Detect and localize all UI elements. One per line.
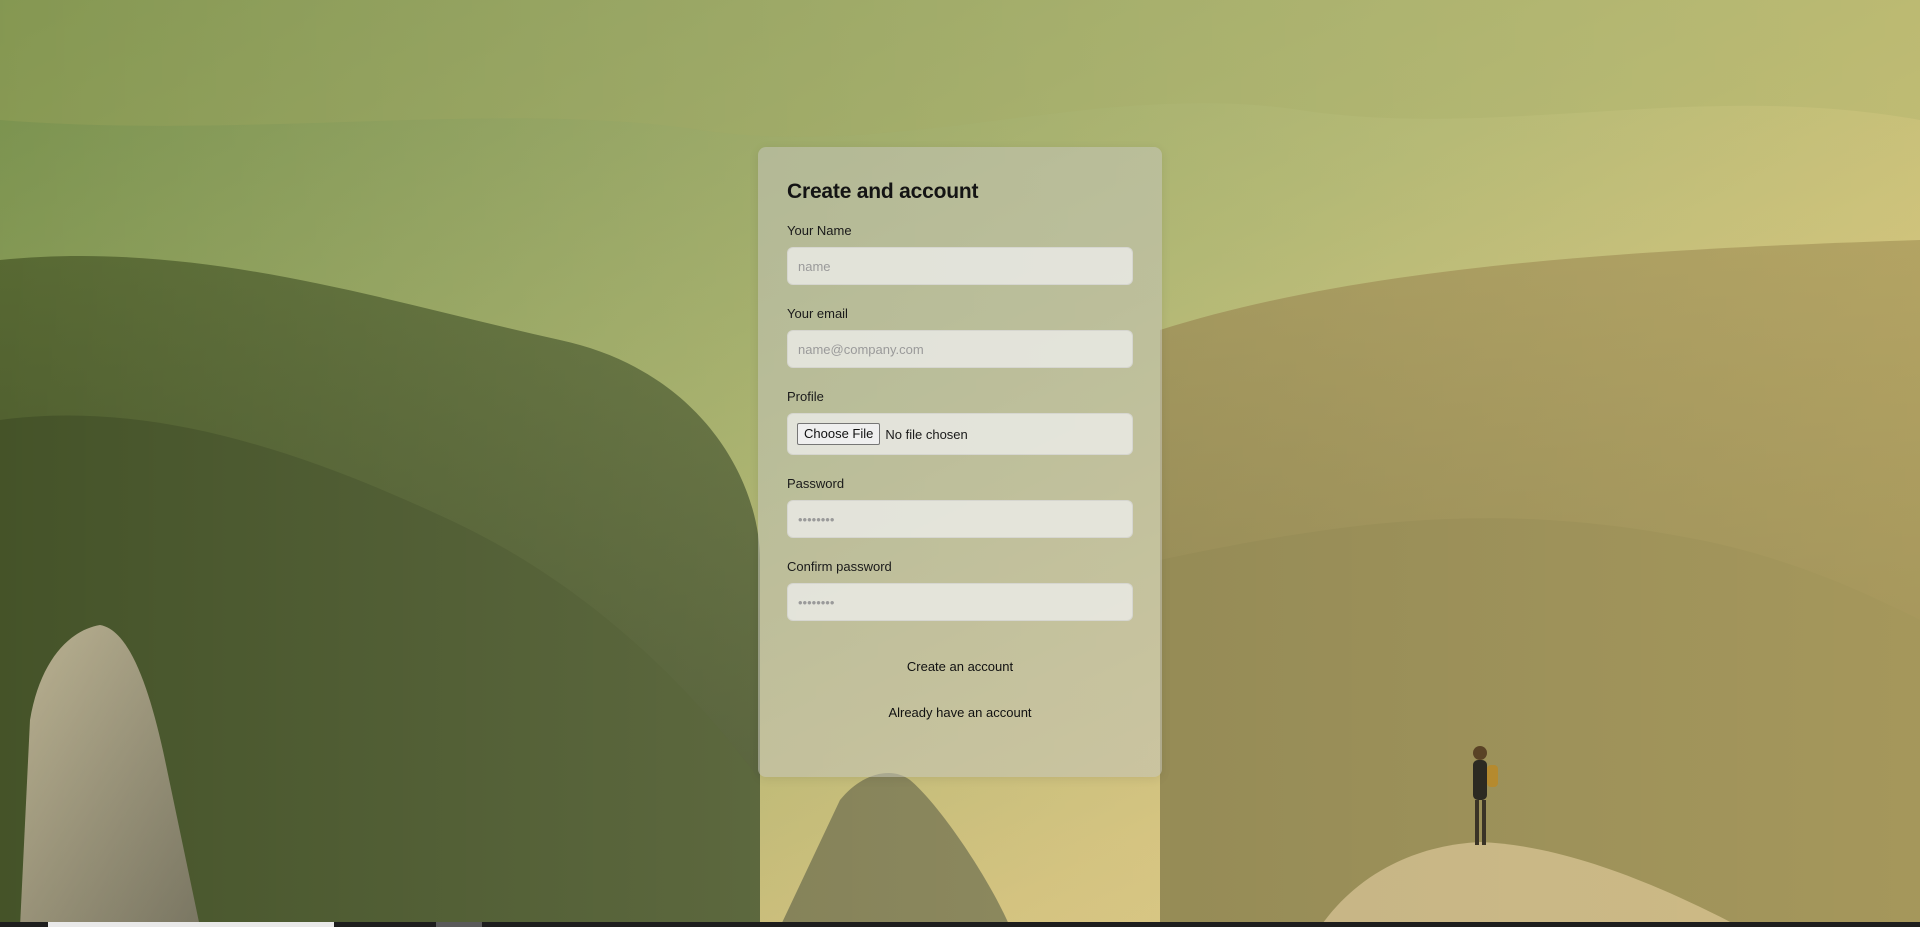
email-field-group: Your email [787,306,1133,368]
password-label: Password [787,476,845,491]
create-account-button[interactable]: Create an account [787,647,1133,685]
taskbar-segment [48,922,334,927]
email-input[interactable] [787,330,1133,368]
name-label: Your Name [787,223,852,238]
profile-file-input[interactable]: Choose File No file chosen [787,413,1133,455]
confirm-password-input[interactable] [787,583,1133,621]
profile-field-group: Profile Choose File No file chosen [787,389,1133,455]
confirm-password-field-group: Confirm password [787,559,1133,621]
name-input[interactable] [787,247,1133,285]
signup-card: Create and account Your Name Your email … [758,147,1162,777]
taskbar-strip [0,922,1920,927]
confirm-password-label: Confirm password [787,559,892,574]
email-label: Your email [787,306,848,321]
password-field-group: Password [787,476,1133,538]
file-status-text: No file chosen [885,426,968,442]
choose-file-button[interactable]: Choose File [797,423,881,445]
taskbar-segment [436,922,482,927]
password-input[interactable] [787,500,1133,538]
page: Create and account Your Name Your email … [0,0,1920,927]
name-field-group: Your Name [787,223,1133,285]
login-link[interactable]: Already have an account [787,705,1133,720]
page-title: Create and account [787,180,979,203]
profile-label: Profile [787,389,824,404]
